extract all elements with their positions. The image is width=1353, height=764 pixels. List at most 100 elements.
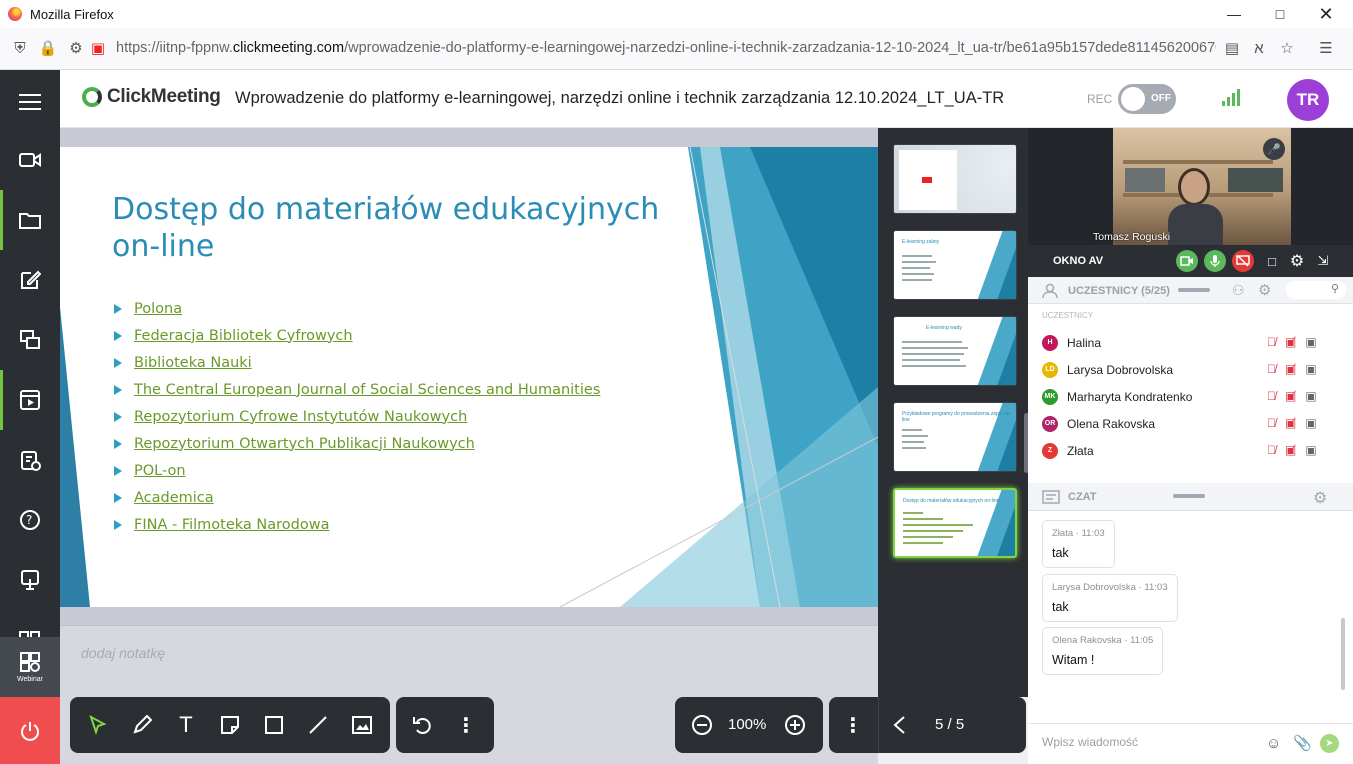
participant-avatar: MK	[1042, 388, 1058, 405]
emoji-icon[interactable]: ☺	[1266, 735, 1281, 752]
chat-message-input[interactable]	[1042, 735, 1262, 749]
more-options-icon[interactable]: ⋮	[454, 713, 478, 737]
slide-link-item: Polona	[114, 295, 600, 322]
slide-link[interactable]: POL-on	[134, 463, 186, 479]
sticky-note-icon[interactable]	[218, 713, 242, 737]
screen-icon[interactable]: ▣	[1305, 335, 1316, 349]
pointer-icon[interactable]	[86, 713, 110, 737]
menu-button[interactable]	[0, 72, 60, 132]
mic-muted-icon[interactable]: 🎙̸	[1267, 335, 1276, 349]
clickmeeting-logo: ClickMeeting	[82, 86, 221, 108]
bullet-triangle-icon	[114, 357, 122, 368]
screen-share-button[interactable]	[0, 310, 60, 370]
drawing-toolbar: T	[70, 697, 390, 753]
camera-off-icon[interactable]: ▣̸	[1285, 416, 1296, 430]
shield-icon[interactable]: ⛨	[10, 38, 30, 58]
participants-search-input[interactable]: ⚲	[1286, 281, 1346, 299]
slide-title: Dostęp do materiałów edukacyjnych on-lin…	[112, 192, 660, 264]
mic-muted-icon[interactable]: 🎙̸	[1267, 389, 1276, 403]
previous-page-icon[interactable]	[887, 713, 911, 737]
edit-button[interactable]	[0, 250, 60, 310]
slide-link[interactable]: The Central European Journal of Social S…	[134, 382, 600, 398]
slide-link[interactable]: Biblioteka Nauki	[134, 355, 252, 371]
slide-link[interactable]: Academica	[134, 490, 214, 506]
zoom-out-icon[interactable]	[690, 713, 714, 737]
undo-icon[interactable]	[410, 713, 434, 737]
reader-view-icon[interactable]: ▤	[1222, 38, 1242, 58]
pencil-icon[interactable]	[130, 713, 154, 737]
mic-muted-icon[interactable]: 🎙̸	[1267, 416, 1276, 430]
slide-link[interactable]: Repozytorium Cyfrowe Instytutów Naukowyc…	[134, 409, 467, 425]
thumbnail-3[interactable]: E-learning wady	[893, 316, 1017, 386]
add-participant-icon[interactable]: ⚇	[1232, 282, 1245, 299]
thumbnail-1[interactable]	[893, 144, 1017, 214]
mic-muted-icon[interactable]: 🎙̸	[1267, 362, 1276, 376]
hamburger-menu-icon[interactable]: ☰	[1316, 38, 1336, 58]
screen-icon[interactable]: ▣	[1305, 416, 1316, 430]
presenter-mic-icon[interactable]: 🎤	[1263, 138, 1285, 160]
popout-icon[interactable]: ⇲	[1312, 250, 1334, 272]
slide-link[interactable]: Polona	[134, 301, 182, 317]
survey-button[interactable]	[0, 430, 60, 490]
help-button[interactable]: ?	[0, 490, 60, 550]
files-button[interactable]	[0, 190, 60, 250]
participant-row[interactable]: MK Marharyta Kondratenko 🎙̸ ▣̸ ▣	[1042, 383, 1342, 410]
participants-resize-handle[interactable]	[1178, 288, 1210, 292]
camera-icon	[19, 153, 41, 167]
close-icon[interactable]: ✕	[1303, 0, 1349, 28]
translate-icon[interactable]: א	[1249, 38, 1269, 58]
bookmark-star-icon[interactable]: ☆	[1277, 38, 1297, 58]
participant-row[interactable]: Z Złata 🎙̸ ▣̸ ▣	[1042, 437, 1342, 464]
chat-settings-icon[interactable]: ⚙	[1313, 488, 1327, 508]
chat-resize-handle[interactable]	[1173, 494, 1205, 498]
thumbnail-4[interactable]: Przykładowe programy do prowadzenia zaję…	[893, 402, 1017, 472]
survey-icon	[21, 451, 41, 471]
page-options-icon[interactable]: ⋮	[841, 713, 865, 737]
participant-avatar: H	[1042, 334, 1058, 351]
attachment-icon[interactable]: 📎	[1293, 734, 1312, 752]
participant-row[interactable]: LD Larysa Dobrovolska 🎙̸ ▣̸ ▣	[1042, 356, 1342, 383]
mic-muted-icon[interactable]: 🎙̸	[1267, 443, 1276, 457]
webinar-button[interactable]: Webinar	[0, 637, 60, 697]
camera-in-use-icon[interactable]: ▣	[88, 38, 108, 58]
line-icon[interactable]	[306, 713, 330, 737]
rectangle-icon[interactable]	[262, 713, 286, 737]
camera-off-icon[interactable]: ▣̸	[1285, 443, 1296, 457]
participants-settings-icon[interactable]: ⚙	[1258, 281, 1271, 299]
slide-link[interactable]: Repozytorium Otwartych Publikacji Naukow…	[134, 436, 475, 452]
leave-button[interactable]	[0, 697, 60, 764]
lock-icon[interactable]: 🔒	[38, 38, 58, 58]
bullet-triangle-icon	[114, 330, 122, 341]
chat-bubble-icon[interactable]: □	[1261, 250, 1283, 272]
permissions-icon[interactable]: ⚙	[66, 38, 86, 58]
url-field[interactable]: https://iitnp-fppnw.clickmeeting.com/wpr…	[116, 40, 1216, 56]
camera-button[interactable]	[0, 130, 60, 190]
camera-toggle-icon[interactable]	[1176, 250, 1198, 272]
image-icon[interactable]	[350, 713, 374, 737]
screen-icon[interactable]: ▣	[1305, 362, 1316, 376]
screen-icon[interactable]: ▣	[1305, 389, 1316, 403]
slide-link[interactable]: Federacja Bibliotek Cyfrowych	[134, 328, 353, 344]
whiteboard-button[interactable]	[0, 550, 60, 610]
av-settings-icon[interactable]: ⚙	[1286, 250, 1308, 272]
slide-link[interactable]: FINA - Filmoteka Narodowa	[134, 517, 329, 533]
media-button[interactable]	[0, 370, 60, 430]
user-avatar[interactable]: TR	[1287, 79, 1329, 121]
camera-off-icon[interactable]: ▣̸	[1285, 389, 1296, 403]
send-icon[interactable]: ➤	[1320, 734, 1339, 753]
participant-row[interactable]: OR Olena Rakovska 🎙̸ ▣̸ ▣	[1042, 410, 1342, 437]
text-tool-icon[interactable]: T	[174, 712, 198, 737]
participant-row[interactable]: H Halina 🎙̸ ▣̸ ▣	[1042, 329, 1342, 356]
chat-scrollbar[interactable]	[1341, 618, 1345, 690]
zoom-in-icon[interactable]	[783, 713, 807, 737]
screen-share-stop-icon[interactable]	[1232, 250, 1254, 272]
minimize-icon[interactable]: —	[1211, 0, 1257, 28]
thumbnail-5[interactable]: Dostęp do materiałów edukacyjnych on-lin…	[893, 488, 1017, 558]
screen-icon[interactable]: ▣	[1305, 443, 1316, 457]
thumbnail-2[interactable]: E-learning zalety	[893, 230, 1017, 300]
microphone-toggle-icon[interactable]	[1204, 250, 1226, 272]
maximize-icon[interactable]: □	[1257, 0, 1303, 28]
rec-toggle[interactable]: OFF	[1118, 84, 1176, 114]
camera-off-icon[interactable]: ▣̸	[1285, 362, 1296, 376]
camera-off-icon[interactable]: ▣̸	[1285, 335, 1296, 349]
